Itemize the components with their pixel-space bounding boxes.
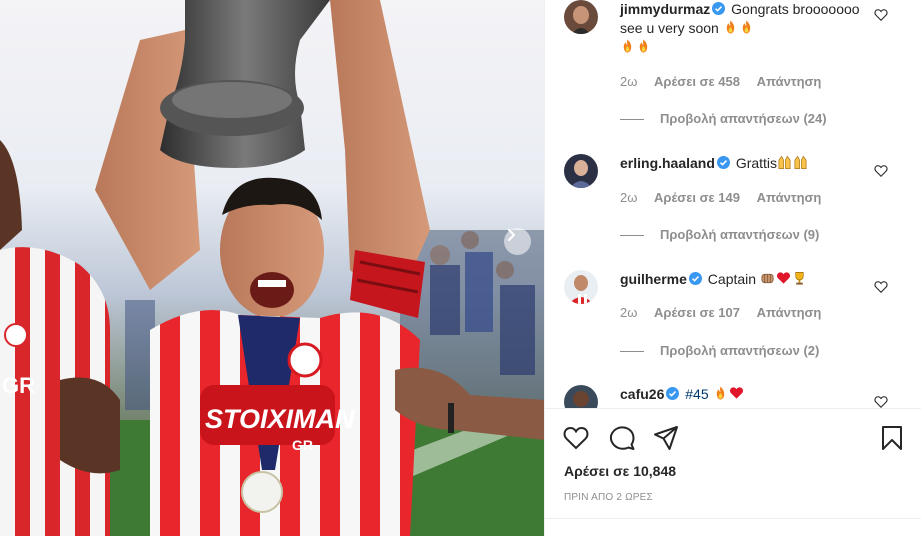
comment-meta: 2ω Αρέσει σε 149 Απάντηση bbox=[620, 190, 834, 205]
fire-emoji-icon bbox=[742, 20, 750, 34]
view-replies-label: Προβολή απαντήσεων (9) bbox=[660, 227, 820, 242]
replies-divider-line bbox=[620, 235, 644, 237]
bookmark-icon[interactable] bbox=[879, 425, 905, 451]
view-replies-label: Προβολή απαντήσεων (24) bbox=[660, 111, 827, 126]
comment-body: Grattis bbox=[735, 155, 778, 171]
comment-hashtag[interactable]: #45 bbox=[685, 386, 708, 402]
comment-username[interactable]: erling.haaland bbox=[620, 155, 715, 171]
avatar[interactable] bbox=[564, 270, 598, 304]
fire-emoji-icon bbox=[726, 20, 734, 34]
actions-divider bbox=[545, 408, 921, 409]
reply-button[interactable]: Απάντηση bbox=[757, 305, 822, 320]
paper-plane-icon[interactable] bbox=[653, 425, 679, 451]
verified-badge-icon bbox=[712, 2, 726, 15]
view-replies-button[interactable]: Προβολή απαντήσεων (24) bbox=[620, 111, 827, 126]
fire-emoji-icon bbox=[716, 386, 724, 400]
avatar[interactable] bbox=[564, 385, 598, 408]
avatar-image bbox=[564, 385, 598, 408]
avatar[interactable] bbox=[564, 154, 598, 188]
verified-badge-icon bbox=[716, 156, 730, 169]
comment-meta: 2ω Αρέσει σε 458 Απάντηση bbox=[620, 74, 834, 89]
comment-like-heart-icon[interactable] bbox=[874, 164, 888, 178]
comment-like-heart-icon[interactable] bbox=[874, 280, 888, 294]
sponsor-suffix: GR bbox=[292, 437, 313, 453]
raising-hands-emoji-icon bbox=[794, 155, 807, 169]
heart-icon[interactable] bbox=[563, 425, 589, 451]
comment-username[interactable]: guilherme bbox=[620, 271, 687, 287]
reply-button[interactable]: Απάντηση bbox=[757, 190, 822, 205]
red-heart-emoji-icon bbox=[729, 387, 743, 399]
sponsor-text: STOIXIMAN bbox=[205, 404, 355, 434]
trophy-emoji-icon bbox=[795, 272, 804, 285]
comment-likes[interactable]: Αρέσει σε 149 bbox=[654, 190, 740, 205]
verified-badge-icon bbox=[688, 272, 702, 285]
view-replies-button[interactable]: Προβολή απαντήσεων (2) bbox=[620, 343, 819, 358]
raising-hands-emoji-icon bbox=[778, 155, 791, 169]
carousel-next-button[interactable] bbox=[504, 228, 531, 255]
comment-text: jimmydurmaz Gongrats brooooooo see u ver… bbox=[620, 0, 878, 57]
replies-divider-line bbox=[620, 351, 644, 353]
comment-icon[interactable] bbox=[609, 425, 635, 451]
avatar-image bbox=[564, 0, 598, 34]
comment-meta: 2ω Αρέσει σε 107 Απάντηση bbox=[620, 305, 834, 320]
fire-emoji-icon bbox=[623, 39, 632, 53]
comment-likes[interactable]: Αρέσει σε 458 bbox=[654, 74, 740, 89]
comment-text: cafu26 #45 bbox=[620, 385, 878, 404]
reply-button[interactable]: Απάντηση bbox=[757, 74, 822, 89]
comment-likes[interactable]: Αρέσει σε 107 bbox=[654, 305, 740, 320]
fist-bump-emoji-icon bbox=[761, 273, 774, 284]
fire-emoji-icon bbox=[639, 39, 648, 53]
post-likes-count[interactable]: Αρέσει σε 10,848 bbox=[564, 463, 676, 479]
replies-divider-line bbox=[620, 119, 644, 121]
comment-username[interactable]: cafu26 bbox=[620, 386, 664, 402]
avatar[interactable] bbox=[564, 0, 598, 34]
avatar-image bbox=[564, 154, 598, 188]
comment-like-heart-icon[interactable] bbox=[874, 395, 888, 408]
comment-text: erling.haaland Grattis bbox=[620, 154, 878, 173]
red-heart-emoji-icon bbox=[776, 272, 790, 284]
comments-list[interactable]: jimmydurmaz Gongrats brooooooo see u ver… bbox=[545, 0, 921, 408]
view-replies-label: Προβολή απαντήσεων (2) bbox=[660, 343, 820, 358]
chevron-right-icon bbox=[508, 229, 515, 241]
comment-time: 2ω bbox=[620, 74, 638, 89]
bottom-divider bbox=[545, 518, 921, 519]
view-replies-button[interactable]: Προβολή απαντήσεων (9) bbox=[620, 227, 819, 242]
comment-like-heart-icon[interactable] bbox=[874, 8, 888, 22]
comment-username[interactable]: jimmydurmaz bbox=[620, 1, 710, 17]
post-photo[interactable]: GR STOIXIMAN GR bbox=[0, 0, 545, 536]
comment-text: guilherme Captain bbox=[620, 270, 878, 289]
verified-badge-icon bbox=[666, 387, 680, 400]
post-photo-illustration: GR STOIXIMAN GR bbox=[0, 0, 545, 536]
comments-panel: jimmydurmaz Gongrats brooooooo see u ver… bbox=[545, 0, 921, 536]
post-time-ago[interactable]: ΠΡΙΝ ΑΠΟ 2 ΩΡΕΣ bbox=[564, 492, 653, 503]
comment-time: 2ω bbox=[620, 190, 638, 205]
comment-body: Captain bbox=[707, 271, 757, 287]
left-player-shirt-text: GR bbox=[2, 373, 35, 398]
avatar-image bbox=[564, 270, 598, 304]
comment-time: 2ω bbox=[620, 305, 638, 320]
